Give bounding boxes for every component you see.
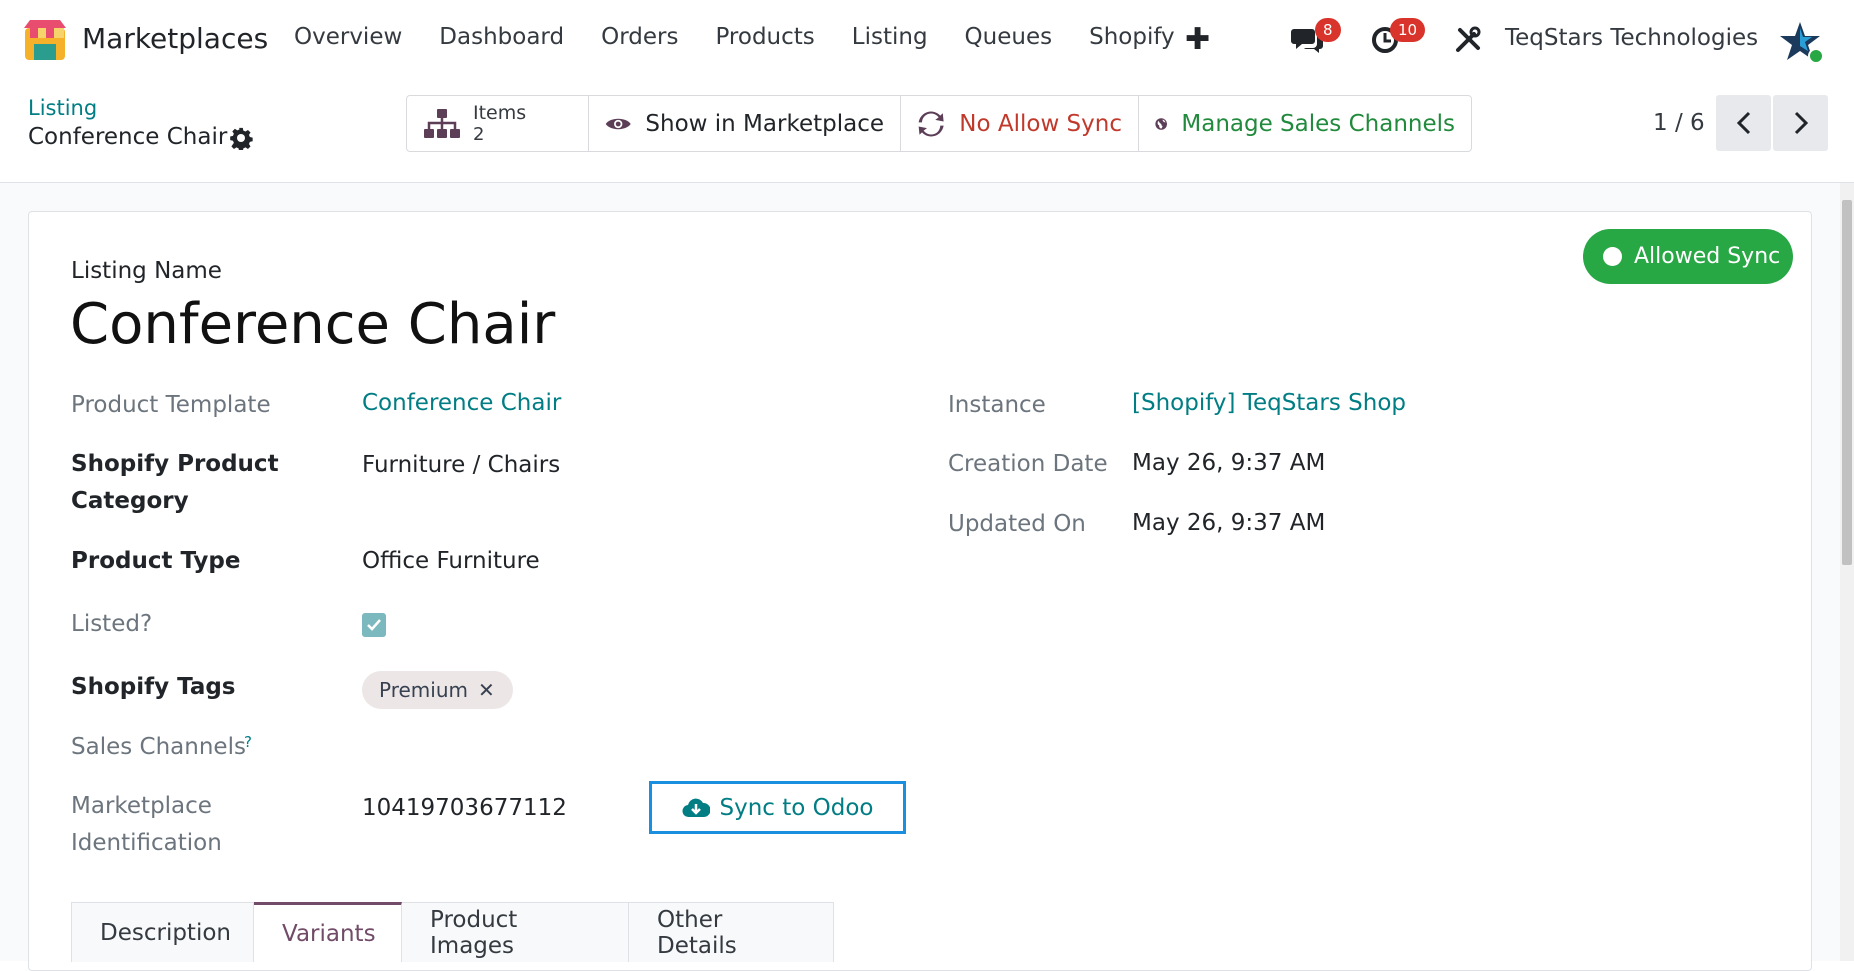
menu-dashboard[interactable]: Dashboard (439, 24, 564, 50)
marketplace-id-field[interactable]: 10419703677112 (362, 795, 567, 821)
menu-listing[interactable]: Listing (852, 24, 928, 50)
pager-previous-button[interactable] (1716, 95, 1771, 151)
tools-icon[interactable] (1448, 20, 1488, 60)
checkmark-icon (367, 619, 381, 631)
creation-date-label: Creation Date (948, 451, 1108, 477)
show-in-marketplace-button[interactable]: Show in Marketplace (589, 96, 901, 151)
menu-orders[interactable]: Orders (601, 24, 678, 50)
tag-label: Premium (379, 678, 468, 702)
activities-badge: 10 (1390, 18, 1426, 42)
plus-icon[interactable]: ✚ (1185, 22, 1210, 57)
instance-field[interactable]: [Shopify] TeqStars Shop (1132, 390, 1406, 416)
marketplaces-app-icon[interactable] (22, 18, 68, 62)
tab-variants[interactable]: Variants (254, 902, 402, 962)
chevron-right-icon (1794, 111, 1808, 135)
marketplace-id-label: Marketplace Identification (71, 793, 222, 856)
updated-on-label: Updated On (948, 511, 1086, 537)
cloud-download-icon (682, 798, 710, 817)
sync-to-odoo-label: Sync to Odoo (719, 794, 874, 821)
creation-date-field: May 26, 9:37 AM (1132, 450, 1326, 476)
manage-sales-channels-button[interactable]: Manage Sales Channels (1139, 96, 1471, 151)
breadcrumb-listing[interactable]: Listing (28, 96, 97, 120)
smart-buttons: Items 2 Show in Marketplace No Allow Syn… (406, 95, 1472, 152)
help-tooltip-icon[interactable]: ? (244, 733, 252, 751)
no-allow-sync-button[interactable]: No Allow Sync (901, 96, 1139, 151)
hierarchy-icon (424, 108, 460, 138)
menu-products[interactable]: Products (715, 24, 814, 50)
chevron-left-icon (1736, 111, 1750, 135)
shopify-category-label: Shopify Product Category (71, 451, 279, 514)
tag-premium[interactable]: Premium ✕ (362, 671, 513, 709)
shopify-category-field[interactable]: Furniture / Chairs (362, 452, 560, 478)
instance-label: Instance (948, 392, 1046, 418)
product-type-label: Product Type (71, 548, 241, 574)
gear-icon[interactable] (229, 126, 253, 150)
listing-name-field[interactable]: Conference Chair (70, 292, 555, 357)
tab-product-images[interactable]: Product Images (402, 902, 629, 962)
items-label: Items (473, 101, 527, 124)
app-name[interactable]: Marketplaces (82, 22, 268, 55)
tab-description[interactable]: Description (72, 902, 254, 962)
menu-queues[interactable]: Queues (965, 24, 1053, 50)
sync-icon (918, 111, 944, 136)
scrollbar-thumb[interactable] (1842, 200, 1852, 565)
product-type-field[interactable]: Office Furniture (362, 548, 540, 574)
updated-on-field: May 26, 9:37 AM (1132, 510, 1326, 536)
main-menu: Overview Dashboard Orders Products Listi… (294, 24, 1212, 50)
tag-remove-icon[interactable]: ✕ (478, 678, 495, 702)
product-template-label: Product Template (71, 392, 271, 418)
pager-value[interactable]: 1 / 6 (1653, 110, 1705, 136)
product-template-field[interactable]: Conference Chair (362, 390, 561, 416)
eye-icon (605, 118, 631, 129)
company-switcher[interactable]: TeqStars Technologies (1505, 25, 1758, 51)
status-label: Allowed Sync (1634, 244, 1781, 269)
globe-icon (1155, 117, 1168, 130)
listing-name-label: Listing Name (71, 258, 222, 284)
shopify-tags-label: Shopify Tags (71, 674, 236, 700)
listed-checkbox[interactable] (362, 613, 386, 637)
status-dot (1603, 247, 1622, 266)
sync-to-odoo-button[interactable]: Sync to Odoo (649, 781, 906, 834)
listed-label: Listed? (71, 611, 153, 637)
no-allow-sync-label: No Allow Sync (959, 110, 1122, 137)
top-navbar: Marketplaces Overview Dashboard Orders P… (0, 0, 1854, 80)
online-status-dot (1808, 48, 1824, 64)
record-title: Conference Chair (28, 124, 228, 150)
items-smart-button[interactable]: Items 2 (407, 96, 589, 151)
menu-shopify[interactable]: Shopify (1089, 24, 1175, 50)
tab-other-details[interactable]: Other Details (629, 902, 834, 962)
messages-badge: 8 (1315, 18, 1341, 42)
manage-sales-channels-label: Manage Sales Channels (1181, 110, 1455, 137)
sales-channels-label: Sales Channels (71, 734, 246, 760)
allowed-sync-status-badge[interactable]: Allowed Sync (1583, 229, 1793, 284)
notebook-tabs: Description Variants Product Images Othe… (71, 902, 834, 962)
menu-overview[interactable]: Overview (294, 24, 402, 50)
pager-next-button[interactable] (1773, 95, 1828, 151)
show-in-marketplace-label: Show in Marketplace (645, 110, 884, 137)
items-count: 2 (473, 123, 485, 145)
